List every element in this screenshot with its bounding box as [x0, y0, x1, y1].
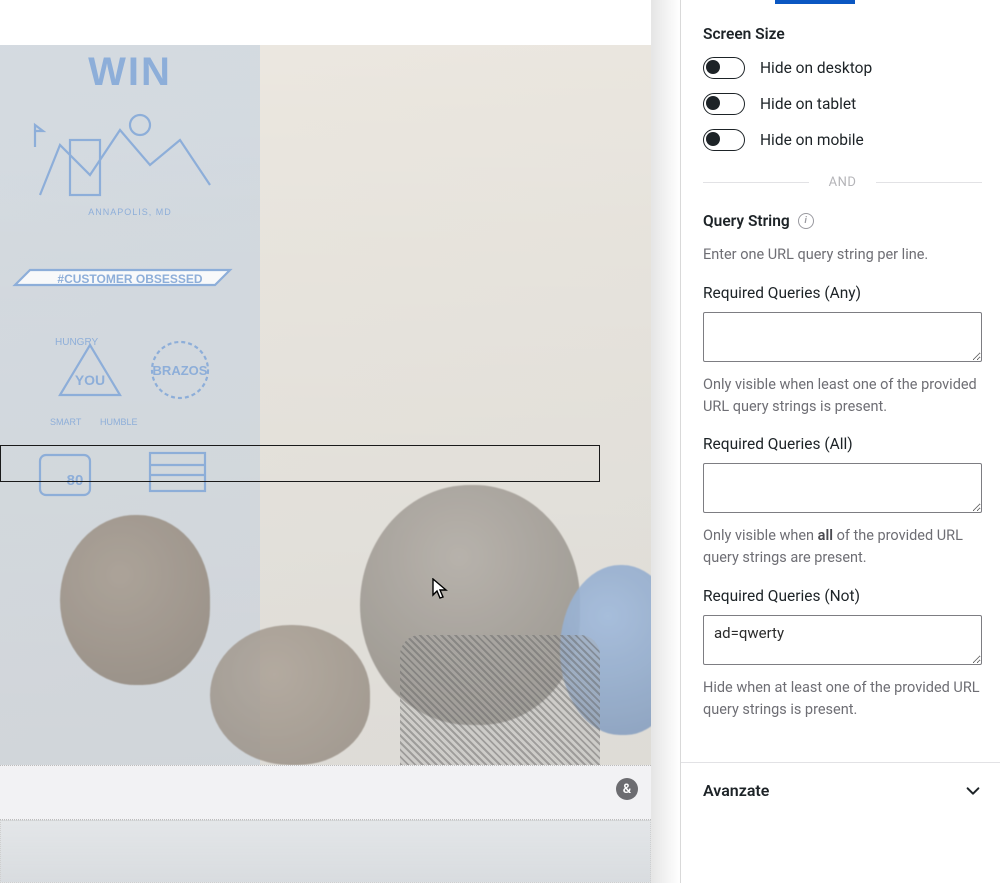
- hero-image-block[interactable]: WIN ANNAPOLIS, MD #CUSTOMER OBSESSED YOU…: [0, 45, 651, 765]
- and-divider: AND: [703, 175, 982, 190]
- advanced-accordion[interactable]: Avanzate: [681, 762, 1000, 818]
- query-string-intro: Enter one URL query string per line.: [703, 244, 982, 266]
- and-divider-label: AND: [829, 175, 857, 190]
- hide-on-desktop-label: Hide on desktop: [760, 59, 872, 77]
- hide-on-tablet-label: Hide on tablet: [760, 95, 856, 113]
- chevron-down-icon: [964, 782, 982, 800]
- canvas-gutter-top: [0, 0, 680, 45]
- query-string-heading: Query String i: [703, 212, 982, 230]
- hide-on-tablet-toggle[interactable]: [703, 93, 745, 115]
- hide-on-mobile-label: Hide on mobile: [760, 131, 864, 149]
- required-not-help: Hide when at least one of the provided U…: [703, 677, 982, 721]
- lower-content-strip[interactable]: [0, 820, 651, 883]
- required-any-label: Required Queries (Any): [703, 284, 982, 302]
- required-any-help: Only visible when least one of the provi…: [703, 374, 982, 418]
- editor-canvas[interactable]: WIN ANNAPOLIS, MD #CUSTOMER OBSESSED YOU…: [0, 0, 680, 883]
- required-all-textarea[interactable]: [703, 463, 982, 513]
- info-icon[interactable]: i: [798, 213, 814, 229]
- hide-on-mobile-toggle[interactable]: [703, 129, 745, 151]
- inspector-scroll[interactable]: Screen Size Hide on desktop Hide on tabl…: [681, 8, 1000, 883]
- toggle-row-hide-tablet: Hide on tablet: [703, 93, 982, 115]
- required-any-textarea[interactable]: [703, 312, 982, 362]
- and-operator-badge[interactable]: &: [616, 778, 638, 800]
- inspector-sidebar: Screen Size Hide on desktop Hide on tabl…: [680, 0, 1000, 883]
- hide-on-desktop-toggle[interactable]: [703, 57, 745, 79]
- screen-size-heading: Screen Size: [703, 25, 982, 43]
- secondary-block-area[interactable]: [0, 765, 651, 820]
- active-tab-indicator: [681, 0, 1000, 8]
- required-all-label: Required Queries (All): [703, 435, 982, 453]
- toggle-row-hide-desktop: Hide on desktop: [703, 57, 982, 79]
- required-all-help: Only visible when all of the provided UR…: [703, 525, 982, 569]
- toggle-row-hide-mobile: Hide on mobile: [703, 129, 982, 151]
- advanced-accordion-label: Avanzate: [703, 781, 769, 800]
- canvas-edge-shadow: [651, 0, 680, 883]
- required-not-textarea[interactable]: [703, 615, 982, 665]
- required-not-label: Required Queries (Not): [703, 587, 982, 605]
- hero-overlay: [0, 45, 651, 765]
- selected-block-outline[interactable]: [0, 445, 600, 482]
